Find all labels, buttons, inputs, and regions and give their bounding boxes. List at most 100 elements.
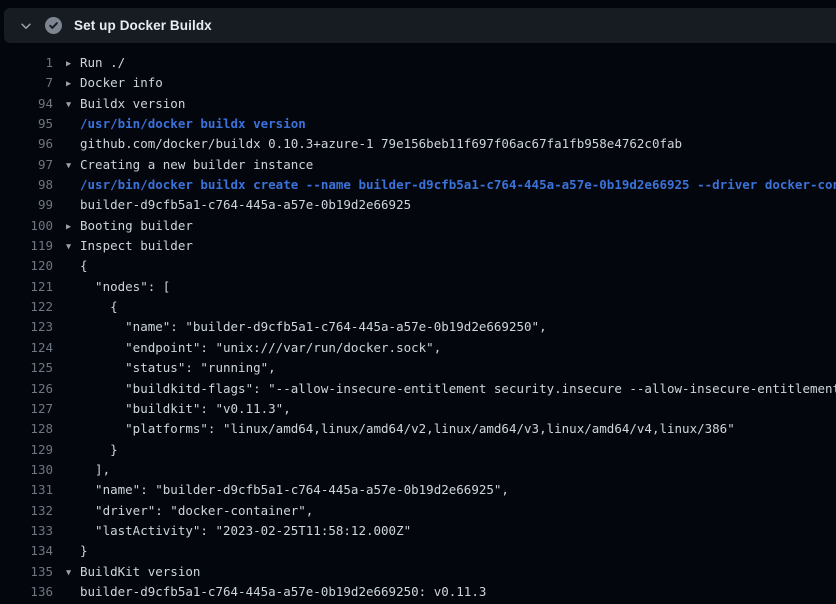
log-line: 98/usr/bin/docker buildx create --name b…	[0, 175, 836, 195]
log-output-text: "driver": "docker-container",	[66, 501, 836, 521]
log-line-number[interactable]: 128	[0, 419, 53, 439]
log-output-text: "platforms": "linux/amd64,linux/amd64/v2…	[66, 419, 836, 439]
collapse-arrow-icon[interactable]: ▼	[66, 95, 80, 114]
expand-arrow-icon[interactable]: ▶	[66, 217, 80, 236]
log-line-number[interactable]: 99	[0, 195, 53, 215]
log-line: 130 ],	[0, 460, 836, 480]
log-line: 131 "name": "builder-d9cfb5a1-c764-445a-…	[0, 480, 836, 500]
log-group-header[interactable]: ▼Creating a new builder instance	[66, 155, 836, 175]
log-line: 95/usr/bin/docker buildx version	[0, 114, 836, 134]
log-output-text: "endpoint": "unix:///var/run/docker.sock…	[66, 338, 836, 358]
log-line: 128 "platforms": "linux/amd64,linux/amd6…	[0, 419, 836, 439]
log-line: 134}	[0, 541, 836, 561]
log-line-number[interactable]: 122	[0, 297, 53, 317]
log-line-number[interactable]: 120	[0, 256, 53, 276]
group-title: Buildx version	[80, 96, 185, 111]
collapse-arrow-icon[interactable]: ▼	[66, 563, 80, 582]
log-line-number[interactable]: 133	[0, 521, 53, 541]
expand-arrow-icon[interactable]: ▶	[66, 54, 80, 73]
log-line-number[interactable]: 132	[0, 501, 53, 521]
log-line-number[interactable]: 97	[0, 155, 53, 175]
log-output-text: {	[66, 297, 836, 317]
log-line-number[interactable]: 123	[0, 317, 53, 337]
log-lines: 1▶Run ./7▶Docker info94▼Buildx version95…	[0, 53, 836, 604]
log-line-number[interactable]: 121	[0, 277, 53, 297]
log-group-header[interactable]: ▶Run ./	[66, 53, 836, 73]
log-line: 123 "name": "builder-d9cfb5a1-c764-445a-…	[0, 317, 836, 337]
actions-log-viewer: Set up Docker Buildx 1▶Run ./7▶Docker in…	[0, 0, 836, 604]
log-line[interactable]: 100 ▶Booting builder	[0, 216, 836, 236]
log-line: 121 "nodes": [	[0, 277, 836, 297]
log-line-number[interactable]: 127	[0, 399, 53, 419]
log-command-text: /usr/bin/docker buildx version	[66, 114, 836, 134]
log-line-number[interactable]: 129	[0, 440, 53, 460]
log-line: 125 "status": "running",	[0, 358, 836, 378]
log-line[interactable]: 119 ▼Inspect builder	[0, 236, 836, 256]
log-line[interactable]: 1 ▶Run ./	[0, 53, 836, 73]
log-output-text: "name": "builder-d9cfb5a1-c764-445a-a57e…	[66, 317, 836, 337]
log-output-text: "nodes": [	[66, 277, 836, 297]
log-output-text: }	[66, 440, 836, 460]
group-title: Booting builder	[80, 218, 193, 233]
log-line: 126 "buildkitd-flags": "--allow-insecure…	[0, 379, 836, 399]
group-title: Run ./	[80, 55, 125, 70]
log-line: 96 github.com/docker/buildx 0.10.3+azure-…	[0, 134, 836, 154]
log-line[interactable]: 7 ▶Docker info	[0, 73, 836, 93]
log-line-number[interactable]: 125	[0, 358, 53, 378]
log-line: 129 }	[0, 440, 836, 460]
log-line: 124 "endpoint": "unix:///var/run/docker.…	[0, 338, 836, 358]
log-group-header[interactable]: ▶Booting builder	[66, 216, 836, 236]
step-header[interactable]: Set up Docker Buildx	[4, 8, 836, 43]
log-line-number[interactable]: 96	[0, 134, 53, 154]
log-line-number[interactable]: 95	[0, 114, 53, 134]
log-line-number[interactable]: 7	[0, 73, 53, 93]
log-output-text: }	[66, 541, 836, 561]
log-line: 136 builder-d9cfb5a1-c764-445a-a57e-0b19d…	[0, 582, 836, 602]
log-line-number[interactable]: 1	[0, 53, 53, 73]
log-group-header[interactable]: ▼Buildx version	[66, 94, 836, 114]
log-output-text: "lastActivity": "2023-02-25T11:58:12.000…	[66, 521, 836, 541]
log-line-number[interactable]: 94	[0, 94, 53, 114]
log-line-number[interactable]: 100	[0, 216, 53, 236]
log-line: 133 "lastActivity": "2023-02-25T11:58:12…	[0, 521, 836, 541]
expand-arrow-icon[interactable]: ▶	[66, 74, 80, 93]
group-title: BuildKit version	[80, 564, 200, 579]
log-line: 127 "buildkit": "v0.11.3",	[0, 399, 836, 419]
log-output-text: {	[66, 256, 836, 276]
log-line: 132 "driver": "docker-container",	[0, 501, 836, 521]
collapse-arrow-icon[interactable]: ▼	[66, 237, 80, 256]
log-output-text: ],	[66, 460, 836, 480]
chevron-down-icon[interactable]	[18, 18, 34, 34]
log-output-text: "status": "running",	[66, 358, 836, 378]
step-title: Set up Docker Buildx	[74, 18, 212, 33]
log-line-number[interactable]: 134	[0, 541, 53, 561]
log-line: 120 {	[0, 256, 836, 276]
group-title: Inspect builder	[80, 238, 193, 253]
log-output-text: github.com/docker/buildx 0.10.3+azure-1 …	[66, 134, 836, 154]
log-output-text: "name": "builder-d9cfb5a1-c764-445a-a57e…	[66, 480, 836, 500]
status-check-icon	[45, 17, 62, 34]
log-line[interactable]: 94 ▼Buildx version	[0, 94, 836, 114]
log-group-header[interactable]: ▼BuildKit version	[66, 562, 836, 582]
log-line-number[interactable]: 126	[0, 379, 53, 399]
log-line-number[interactable]: 119	[0, 236, 53, 256]
log-output-text: builder-d9cfb5a1-c764-445a-a57e-0b19d2e6…	[66, 582, 836, 602]
group-title: Docker info	[80, 75, 163, 90]
log-group-header[interactable]: ▼Inspect builder	[66, 236, 836, 256]
log-line-number[interactable]: 130	[0, 460, 53, 480]
log-line-number[interactable]: 131	[0, 480, 53, 500]
log-group-header[interactable]: ▶Docker info	[66, 73, 836, 93]
log-line-number[interactable]: 98	[0, 175, 53, 195]
log-output-text: "buildkitd-flags": "--allow-insecure-ent…	[66, 379, 836, 399]
log-line: 122 {	[0, 297, 836, 317]
log-output-text: builder-d9cfb5a1-c764-445a-a57e-0b19d2e6…	[66, 195, 836, 215]
log-output-text: "buildkit": "v0.11.3",	[66, 399, 836, 419]
log-line-number[interactable]: 124	[0, 338, 53, 358]
log-line[interactable]: 135 ▼BuildKit version	[0, 562, 836, 582]
log-line: 99 builder-d9cfb5a1-c764-445a-a57e-0b19d2…	[0, 195, 836, 215]
log-line-number[interactable]: 135	[0, 562, 53, 582]
log-line-number[interactable]: 136	[0, 582, 53, 602]
log-line[interactable]: 97 ▼Creating a new builder instance	[0, 155, 836, 175]
collapse-arrow-icon[interactable]: ▼	[66, 156, 80, 175]
log-command-text: /usr/bin/docker buildx create --name bui…	[66, 175, 836, 195]
